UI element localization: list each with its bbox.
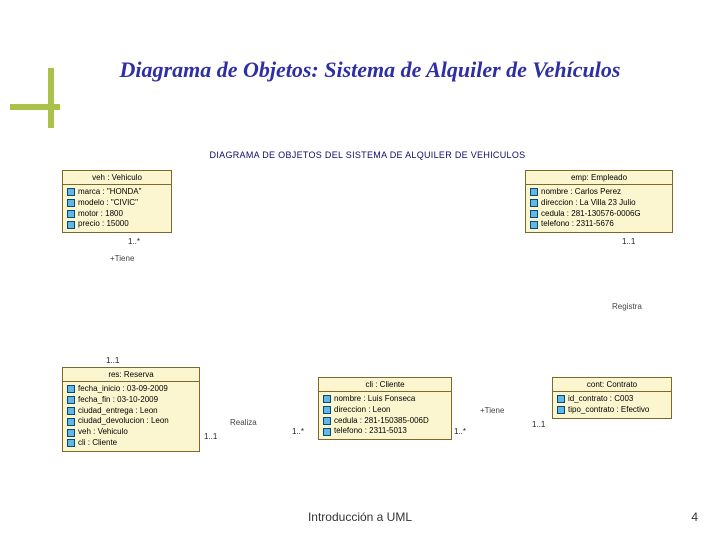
object-attr: precio : 15000 bbox=[67, 219, 167, 230]
attribute-icon bbox=[557, 395, 565, 403]
attribute-icon bbox=[67, 407, 75, 415]
attribute-icon bbox=[323, 428, 331, 436]
object-attr: marca : "HONDA" bbox=[67, 187, 167, 198]
object-emp: emp: Empleado nombre : Carlos Perez dire… bbox=[525, 170, 673, 233]
multiplicity: 1..1 bbox=[106, 356, 119, 365]
object-attr: id_contrato : C003 bbox=[557, 394, 667, 405]
attribute-icon bbox=[323, 406, 331, 414]
object-attr: cli : Cliente bbox=[67, 438, 195, 449]
attribute-icon bbox=[67, 385, 75, 393]
object-attr: telefono : 2311-5676 bbox=[530, 219, 668, 230]
accent-horizontal bbox=[10, 104, 60, 110]
attribute-icon bbox=[67, 221, 75, 229]
object-attr: telefono : 2311-5013 bbox=[323, 426, 447, 437]
attribute-icon bbox=[67, 429, 75, 437]
attribute-icon bbox=[530, 221, 538, 229]
multiplicity: 1..1 bbox=[622, 237, 635, 246]
object-attr: direccion : Leon bbox=[323, 405, 447, 416]
object-header: cont: Contrato bbox=[553, 378, 671, 392]
object-attr: fecha_fin : 03-10-2009 bbox=[67, 395, 195, 406]
object-attr: fecha_inicio : 03-09-2009 bbox=[67, 384, 195, 395]
attribute-icon bbox=[67, 210, 75, 218]
multiplicity: 1..1 bbox=[532, 420, 545, 429]
slide-footer: Introducción a UML bbox=[0, 510, 720, 524]
multiplicity: 1..* bbox=[454, 427, 466, 436]
object-veh: veh : Vehiculo marca : "HONDA" modelo : … bbox=[62, 170, 172, 233]
page-number: 4 bbox=[691, 510, 698, 524]
object-cli: cli : Cliente nombre : Luis Fonseca dire… bbox=[318, 377, 452, 440]
object-header: emp: Empleado bbox=[526, 171, 672, 185]
object-attr: motor : 1800 bbox=[67, 209, 167, 220]
slide-title: Diagrama de Objetos: Sistema de Alquiler… bbox=[60, 56, 680, 84]
object-attr: ciudad_devolucion : Leon bbox=[67, 416, 195, 427]
object-attr: cedula : 281-150385-006D bbox=[323, 416, 447, 427]
accent-vertical bbox=[48, 68, 54, 128]
attribute-icon bbox=[530, 210, 538, 218]
attribute-icon bbox=[557, 406, 565, 414]
object-header: res: Reserva bbox=[63, 368, 199, 382]
relation-label-realiza: Realiza bbox=[230, 418, 257, 427]
multiplicity: 1..* bbox=[292, 427, 304, 436]
object-attr: ciudad_entrega : Leon bbox=[67, 406, 195, 417]
attribute-icon bbox=[530, 188, 538, 196]
attribute-icon bbox=[323, 417, 331, 425]
object-attr: nombre : Carlos Perez bbox=[530, 187, 668, 198]
object-attr: tipo_contrato : Efectivo bbox=[557, 405, 667, 416]
object-header: veh : Vehiculo bbox=[63, 171, 171, 185]
multiplicity: 1..* bbox=[128, 237, 140, 246]
attribute-icon bbox=[67, 396, 75, 404]
object-cont: cont: Contrato id_contrato : C003 tipo_c… bbox=[552, 377, 672, 419]
object-res: res: Reserva fecha_inicio : 03-09-2009 f… bbox=[62, 367, 200, 452]
object-attr: cedula : 281-130576-0006G bbox=[530, 209, 668, 220]
attribute-icon bbox=[323, 395, 331, 403]
attribute-icon bbox=[67, 188, 75, 196]
object-attr: nombre : Luis Fonseca bbox=[323, 394, 447, 405]
attribute-icon bbox=[67, 418, 75, 426]
multiplicity: 1..1 bbox=[204, 432, 217, 441]
diagram-subtitle: DIAGRAMA DE OBJETOS DEL SISTEMA DE ALQUI… bbox=[60, 150, 675, 160]
object-attr: direccion : La Villa 23 Julio bbox=[530, 198, 668, 209]
object-attr: modelo : "CIVIC" bbox=[67, 198, 167, 209]
diagram-canvas: DIAGRAMA DE OBJETOS DEL SISTEMA DE ALQUI… bbox=[60, 142, 675, 472]
attribute-icon bbox=[67, 199, 75, 207]
attribute-icon bbox=[530, 199, 538, 207]
relation-label-registra: Registra bbox=[612, 302, 642, 311]
object-header: cli : Cliente bbox=[319, 378, 451, 392]
attribute-icon bbox=[67, 439, 75, 447]
object-attr: veh : Vehiculo bbox=[67, 427, 195, 438]
relation-label-tiene-veh-res: +Tiene bbox=[110, 254, 134, 263]
relation-label-tiene-cli-cont: +Tiene bbox=[480, 406, 504, 415]
